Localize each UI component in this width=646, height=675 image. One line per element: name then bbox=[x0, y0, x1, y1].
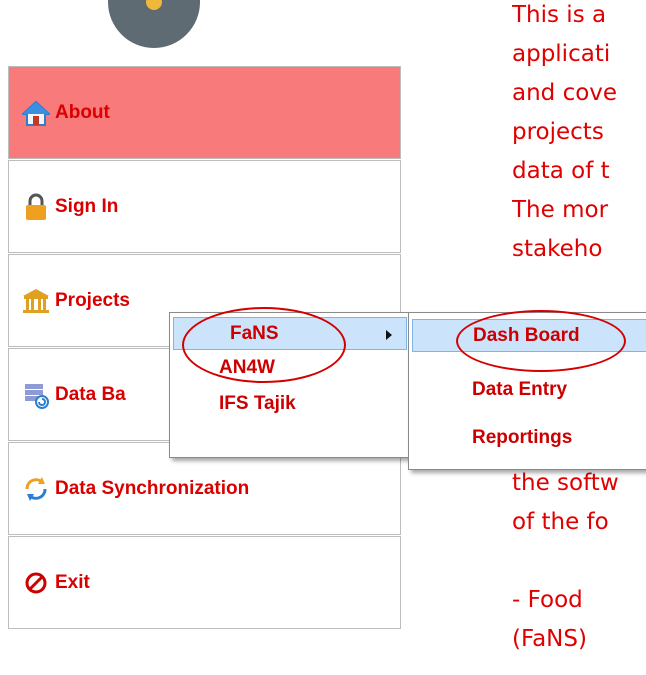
content-line: and cove bbox=[512, 80, 618, 106]
sidebar-item-label: Data Ba bbox=[55, 383, 126, 405]
sidebar-item-sign-in[interactable]: Sign In bbox=[8, 160, 401, 253]
sidebar-item-label: Sign In bbox=[55, 195, 119, 217]
menu-item-dash-board[interactable]: Dash Board bbox=[412, 319, 646, 352]
menu-item-label: IFS Tajik bbox=[219, 392, 296, 414]
no-entry-icon bbox=[21, 568, 51, 598]
menu-item-label: AN4W bbox=[219, 356, 275, 378]
content-line: The mor bbox=[512, 197, 609, 223]
sidebar-item-label: Exit bbox=[55, 571, 90, 593]
content-line: stakeho bbox=[512, 236, 603, 262]
content-line bbox=[512, 542, 646, 581]
sidebar-item-about[interactable]: About bbox=[8, 66, 401, 159]
menu-item-an4w[interactable]: AN4W bbox=[173, 351, 407, 384]
submenu-arrow-icon bbox=[386, 330, 392, 340]
menu-item-data-entry[interactable]: Data Entry bbox=[412, 373, 646, 406]
menu-item-ifs-tajik[interactable]: IFS Tajik bbox=[173, 387, 407, 420]
menu-item-label: FaNS bbox=[230, 322, 279, 344]
content-line: This is a bbox=[512, 2, 607, 28]
menu-item-label: Dash Board bbox=[473, 324, 580, 346]
content-line bbox=[512, 269, 646, 308]
lock-icon bbox=[21, 192, 51, 222]
sidebar-item-label: Data Synchronization bbox=[55, 477, 250, 499]
menu-item-reportings[interactable]: Reportings bbox=[412, 421, 646, 454]
content-line: applicati bbox=[512, 41, 611, 67]
projects-menu: FaNS AN4W IFS Tajik bbox=[169, 312, 411, 458]
sync-icon bbox=[21, 474, 51, 504]
content-line: projects bbox=[512, 119, 604, 145]
content-line: - Food bbox=[512, 587, 583, 613]
sidebar-item-label: About bbox=[55, 101, 110, 123]
sidebar-item-label: Projects bbox=[55, 289, 130, 311]
sidebar-item-exit[interactable]: Exit bbox=[8, 536, 401, 629]
database-restore-icon bbox=[21, 380, 51, 410]
content-line: data of t bbox=[512, 158, 610, 184]
menu-item-label: Data Entry bbox=[472, 378, 568, 400]
menu-item-label: Reportings bbox=[472, 426, 573, 448]
content-line: of the fo bbox=[512, 509, 609, 535]
bank-icon bbox=[21, 286, 51, 316]
content-line: (FaNS) bbox=[512, 626, 587, 652]
home-icon bbox=[21, 98, 51, 128]
menu-item-fans[interactable]: FaNS bbox=[173, 317, 407, 350]
fans-submenu: Dash Board Data Entry Reportings bbox=[408, 312, 646, 470]
